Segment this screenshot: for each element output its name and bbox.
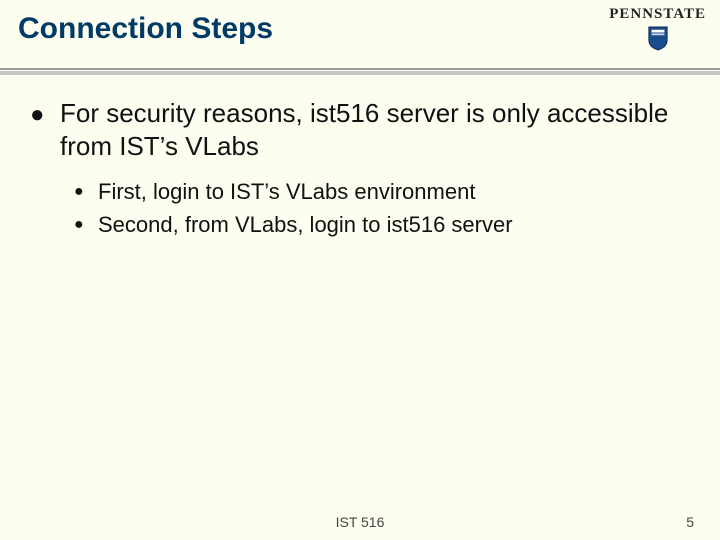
page-number: 5 <box>686 514 694 530</box>
bullet-icon: ● <box>30 103 60 127</box>
pennstate-logo-text: PENNSTATE <box>609 6 706 23</box>
slide-header: Connection Steps PENNSTATE <box>0 0 720 68</box>
list-item-text: Second, from VLabs, login to ist516 serv… <box>98 211 513 240</box>
shield-icon <box>647 25 669 51</box>
slide-footer: IST 516 5 <box>0 514 720 530</box>
sub-list: ● First, login to IST’s VLabs environmen… <box>74 178 690 239</box>
list-item: ● Second, from VLabs, login to ist516 se… <box>74 211 690 240</box>
pennstate-logo: PENNSTATE <box>609 6 706 56</box>
footer-center: IST 516 <box>0 514 720 530</box>
list-item-text: First, login to IST’s VLabs environment <box>98 178 475 207</box>
list-item: ● First, login to IST’s VLabs environmen… <box>74 178 690 207</box>
list-item: ● For security reasons, ist516 server is… <box>30 97 690 162</box>
list-item-text: For security reasons, ist516 server is o… <box>60 97 690 162</box>
slide-content: ● For security reasons, ist516 server is… <box>0 75 720 239</box>
slide-title: Connection Steps <box>18 12 702 46</box>
divider <box>0 68 720 70</box>
bullet-icon: ● <box>74 184 98 200</box>
bullet-icon: ● <box>74 217 98 233</box>
